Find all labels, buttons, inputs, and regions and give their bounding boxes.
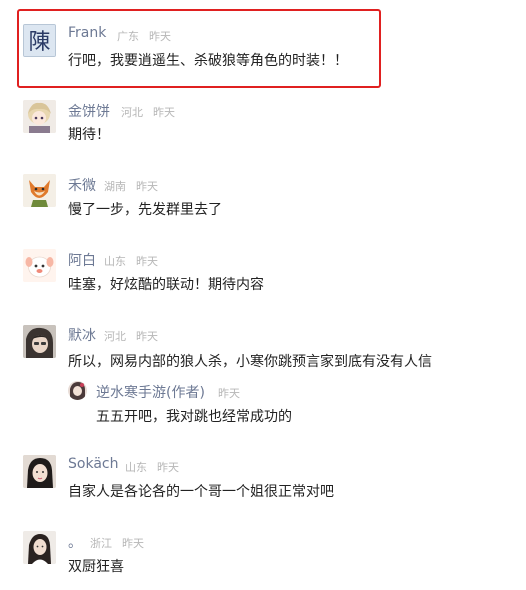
comment-user-name[interactable]: 阿白 [68,250,96,270]
reply-meta: 昨天 [218,385,250,401]
fox-avatar-icon[interactable] [23,174,56,207]
comment-meta: 广东 昨天 [117,28,181,44]
comment-text: 慢了一步，先发群里去了 [68,202,222,218]
comment-meta: 湖南 昨天 [104,178,168,194]
comment-region: 河北 [104,330,126,343]
comment-user-name[interactable]: Sokäch [68,456,118,472]
comment-meta: 河北 昨天 [121,104,185,120]
anime-girl-avatar-icon[interactable] [23,100,56,133]
comment-text: 自家人是各论各的一个哥一个姐很正常对吧 [68,484,334,500]
comment-user-name[interactable]: 禾微 [68,175,96,195]
comment-time: 昨天 [136,180,158,193]
white-dog-avatar-icon[interactable] [23,249,56,282]
reply-user-name[interactable]: 逆水寒手游(作者) [96,382,205,402]
comment-time: 昨天 [136,330,158,343]
dark-hair-avatar-icon[interactable] [23,325,56,358]
comment-time: 昨天 [136,255,158,268]
comment-time: 昨天 [153,106,175,119]
comment-time: 昨天 [122,537,144,550]
comment-meta: 河北 昨天 [104,328,168,344]
comment-region: 湖南 [104,180,126,193]
comment-region: 河北 [121,106,143,119]
comment-text: 哇塞，好炫酷的联动！期待内容 [68,277,264,293]
comment-region: 浙江 [90,537,112,550]
comment-time: 昨天 [149,30,171,43]
comment-user-name[interactable]: Frank [68,25,106,41]
comment-text: 期待！ [68,127,110,143]
comment-region: 广东 [117,30,139,43]
chen-character-avatar-icon[interactable]: 陳 [23,24,56,57]
comment-text: 行吧，我要逍遥生、杀破狼等角色的时装！！ [68,53,348,69]
author-avatar-icon[interactable] [68,381,87,400]
comment-meta: 浙江 昨天 [90,535,154,551]
comment-text: 所以，网易内部的狼人杀，小寒你跳预言家到底有没有人信 [68,354,432,370]
long-hair-avatar-icon[interactable] [23,531,56,564]
comment-user-name[interactable]: 。 [68,532,82,552]
girl-portrait-avatar-icon[interactable] [23,455,56,488]
comment-meta: 山东 昨天 [125,459,189,475]
comment-user-name[interactable]: 金饼饼 [68,101,110,121]
highlight-box [17,9,381,88]
comment-text: 双厨狂喜 [68,559,124,575]
reply-time: 昨天 [218,387,240,400]
comment-meta: 山东 昨天 [104,253,168,269]
comment-region: 山东 [104,255,126,268]
comment-region: 山东 [125,461,147,474]
svg-text:陳: 陳 [28,30,50,55]
comment-user-name[interactable]: 默冰 [68,325,96,345]
comment-time: 昨天 [157,461,179,474]
reply-text: 五五开吧，我对跳也经常成功的 [96,409,292,425]
